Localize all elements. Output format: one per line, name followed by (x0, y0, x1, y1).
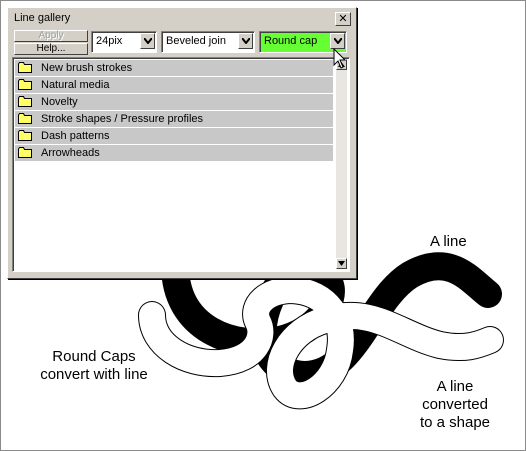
close-icon: ✕ (338, 13, 348, 25)
line-width-dropdown[interactable]: 24pix (91, 31, 157, 53)
join-type-value: Beveled join (166, 35, 226, 47)
caption-converted-line2: converted (422, 396, 488, 413)
caption-round-caps-line1: Round Caps (52, 348, 136, 365)
join-type-dropdown[interactable]: Beveled join (161, 31, 255, 53)
scroll-down-button[interactable] (336, 258, 347, 269)
caption-round-caps-line2: convert with line (40, 366, 148, 383)
close-button[interactable]: ✕ (335, 12, 351, 26)
gallery-list[interactable]: New brush strokes Natural media Novelty … (12, 57, 350, 272)
join-type-dropdown-button[interactable] (238, 33, 253, 49)
help-button[interactable]: Help... (14, 43, 88, 55)
gallery-item-label: Arrowheads (41, 147, 100, 159)
gallery-item-novelty[interactable]: Novelty (15, 94, 333, 111)
gallery-item-label: Natural media (41, 79, 110, 91)
vertical-scrollbar[interactable] (336, 59, 347, 269)
caption-converted: A line converted to a shape (400, 378, 510, 432)
window-title: Line gallery (14, 12, 71, 24)
gallery-item-natural-media[interactable]: Natural media (15, 77, 333, 94)
cap-type-dropdown-button[interactable] (330, 33, 345, 49)
gallery-item-label: Novelty (41, 96, 78, 108)
gallery-item-dash-patterns[interactable]: Dash patterns (15, 128, 333, 145)
window-titlebar[interactable]: Line gallery ✕ (10, 10, 352, 26)
mouse-cursor-icon (333, 48, 347, 69)
chevron-down-icon (144, 38, 152, 44)
gallery-item-label: Stroke shapes / Pressure profiles (41, 113, 204, 125)
caption-a-line: A line (430, 233, 467, 250)
chevron-down-icon (334, 38, 342, 44)
caption-round-caps: Round Caps convert with line (24, 348, 164, 384)
folder-icon (18, 130, 32, 141)
arrow-down-icon (338, 261, 345, 266)
line-width-value: 24pix (96, 35, 123, 47)
gallery-item-stroke-shapes[interactable]: Stroke shapes / Pressure profiles (15, 111, 333, 128)
caption-converted-line1: A line (436, 378, 474, 395)
folder-icon (18, 113, 32, 124)
folder-icon (18, 147, 32, 158)
line-width-dropdown-button[interactable] (140, 33, 155, 49)
gallery-item-label: New brush strokes (41, 62, 133, 74)
caption-converted-line3: to a shape (419, 414, 491, 431)
chevron-down-icon (242, 38, 250, 44)
gallery-item-new-brush-strokes[interactable]: New brush strokes (15, 60, 333, 77)
folder-icon (18, 62, 32, 73)
gallery-item-arrowheads[interactable]: Arrowheads (15, 145, 333, 162)
cap-type-value: Round cap (264, 35, 318, 47)
line-gallery-window: Line gallery ✕ Apply Help... 24pix Bevel… (7, 7, 357, 279)
folder-icon (18, 79, 32, 90)
apply-button[interactable]: Apply (14, 30, 88, 42)
folder-icon (18, 96, 32, 107)
gallery-item-label: Dash patterns (41, 130, 110, 142)
